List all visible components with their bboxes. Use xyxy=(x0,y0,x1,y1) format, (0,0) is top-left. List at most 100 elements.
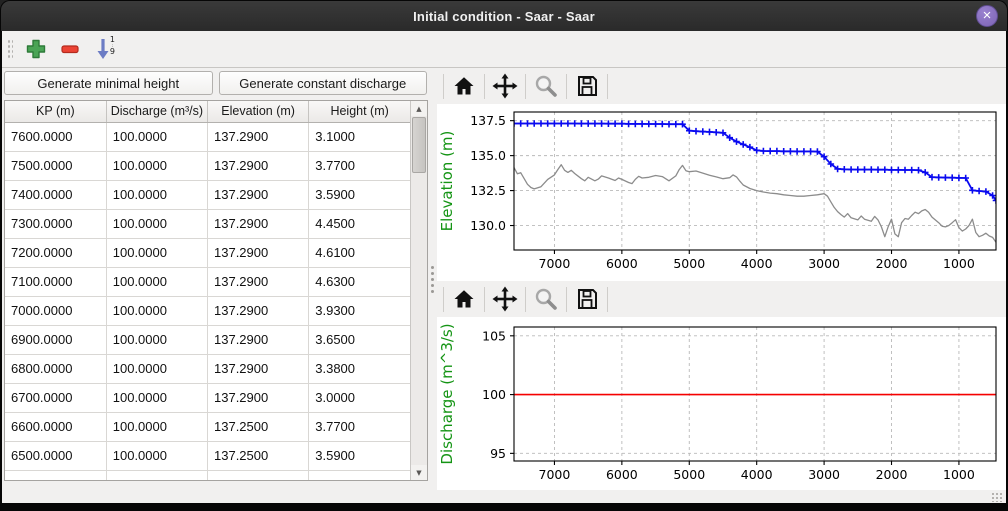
table-cell[interactable]: 6900.0000 xyxy=(5,325,106,354)
table-cell[interactable]: 100.0000 xyxy=(106,151,207,180)
sort-numbers: 1 : 9 xyxy=(110,36,115,56)
y-tick-label: 135.0 xyxy=(470,148,506,163)
save-button[interactable] xyxy=(571,71,603,101)
x-tick-label: 1000 xyxy=(943,467,975,482)
table-cell[interactable]: 137.2900 xyxy=(208,238,309,267)
table-cell[interactable]: 100.0000 xyxy=(106,267,207,296)
table-cell[interactable]: 137.2900 xyxy=(208,180,309,209)
table-cell[interactable]: 137.2900 xyxy=(208,209,309,238)
table-cell[interactable]: 7200.0000 xyxy=(5,238,106,267)
table-cell[interactable]: 3.1000 xyxy=(309,122,410,151)
table-cell[interactable]: 7300.0000 xyxy=(5,209,106,238)
initial-condition-table-wrap: KP (m)Discharge (m³/s)Elevation (m)Heigh… xyxy=(4,100,428,481)
remove-row-button[interactable] xyxy=(55,35,85,63)
table-cell[interactable]: 100.0000 xyxy=(106,296,207,325)
add-row-button[interactable] xyxy=(21,35,51,63)
table-cell[interactable]: 137.2900 xyxy=(208,267,309,296)
resize-grip-icon[interactable] xyxy=(991,492,1003,502)
zoom-button[interactable] xyxy=(530,284,562,314)
save-button[interactable] xyxy=(571,284,603,314)
app-window: Initial condition - Saar - Saar × xyxy=(0,0,1008,511)
panel-splitter[interactable] xyxy=(428,68,437,490)
scrollbar-track[interactable] xyxy=(411,116,427,465)
table-row-partial xyxy=(5,470,410,481)
table-cell[interactable]: 100.0000 xyxy=(106,209,207,238)
table-cell[interactable]: 100.0000 xyxy=(106,441,207,470)
table-cell[interactable] xyxy=(208,470,309,481)
table-cell[interactable]: 3.9300 xyxy=(309,296,410,325)
table-cell[interactable]: 7600.0000 xyxy=(5,122,106,151)
pan-button[interactable] xyxy=(489,284,521,314)
table-cell[interactable]: 3.5900 xyxy=(309,441,410,470)
scroll-down-button[interactable]: ▼ xyxy=(411,465,427,480)
home-icon xyxy=(452,287,476,311)
table-cell[interactable]: 137.2900 xyxy=(208,325,309,354)
x-tick-label: 2000 xyxy=(876,467,908,482)
table-row: 7400.0000100.0000137.29003.5900 xyxy=(5,180,410,209)
table-cell[interactable]: 4.6300 xyxy=(309,267,410,296)
table-cell[interactable]: 137.2500 xyxy=(208,412,309,441)
table-cell[interactable]: 7500.0000 xyxy=(5,151,106,180)
table-cell[interactable]: 100.0000 xyxy=(106,180,207,209)
home-button[interactable] xyxy=(448,71,480,101)
column-header[interactable]: Elevation (m) xyxy=(208,101,309,122)
x-tick-label: 3000 xyxy=(808,467,840,482)
table-cell[interactable]: 137.2900 xyxy=(208,122,309,151)
table-cell[interactable]: 100.0000 xyxy=(106,354,207,383)
table-cell[interactable]: 6600.0000 xyxy=(5,412,106,441)
table-cell[interactable]: 100.0000 xyxy=(106,412,207,441)
table-cell[interactable]: 3.5900 xyxy=(309,180,410,209)
table-row: 7200.0000100.0000137.29004.6100 xyxy=(5,238,410,267)
table-cell[interactable]: 6500.0000 xyxy=(5,441,106,470)
table-cell[interactable]: 137.2900 xyxy=(208,296,309,325)
table-row: 7000.0000100.0000137.29003.9300 xyxy=(5,296,410,325)
generate-constant-discharge-button[interactable]: Generate constant discharge xyxy=(219,71,428,95)
table-cell[interactable]: 7000.0000 xyxy=(5,296,106,325)
y-tick-label: 105 xyxy=(482,328,506,343)
y-axis-label: Elevation (m) xyxy=(438,131,456,232)
table-cell[interactable]: 100.0000 xyxy=(106,383,207,412)
table-cell[interactable]: 137.2900 xyxy=(208,354,309,383)
titlebar[interactable]: Initial condition - Saar - Saar × xyxy=(1,1,1007,31)
table-cell[interactable]: 137.2500 xyxy=(208,441,309,470)
table-cell[interactable]: 6700.0000 xyxy=(5,383,106,412)
table-cell[interactable]: 6800.0000 xyxy=(5,354,106,383)
home-button[interactable] xyxy=(448,284,480,314)
generate-minimal-height-button[interactable]: Generate minimal height xyxy=(4,71,213,95)
scrollbar-thumb[interactable] xyxy=(412,117,426,173)
table-cell[interactable] xyxy=(309,470,410,481)
x-tick-label: 7000 xyxy=(539,256,571,271)
pan-button[interactable] xyxy=(489,71,521,101)
table-cell[interactable]: 3.7700 xyxy=(309,412,410,441)
close-button[interactable]: × xyxy=(976,5,998,27)
zoom-button[interactable] xyxy=(530,71,562,101)
discharge-chart[interactable]: 700060005000400030002000100010510095Disc… xyxy=(437,317,1008,489)
series-water-elevation xyxy=(514,124,996,201)
table-cell[interactable]: 4.6100 xyxy=(309,238,410,267)
table-cell[interactable]: 100.0000 xyxy=(106,238,207,267)
scroll-up-button[interactable]: ▲ xyxy=(411,101,427,116)
table-cell[interactable]: 4.4500 xyxy=(309,209,410,238)
table-cell[interactable] xyxy=(106,470,207,481)
column-header[interactable]: KP (m) xyxy=(5,101,106,122)
table-cell[interactable]: 7100.0000 xyxy=(5,267,106,296)
x-tick-label: 5000 xyxy=(673,256,705,271)
elevation-chart[interactable]: 7000600050004000300020001000137.5135.013… xyxy=(437,104,1008,281)
table-cell[interactable]: 137.2900 xyxy=(208,151,309,180)
close-icon: × xyxy=(983,8,992,23)
sort-button[interactable]: 1 : 9 xyxy=(89,35,119,63)
table-scrollbar[interactable]: ▲ ▼ xyxy=(410,101,427,480)
table-cell[interactable]: 3.3800 xyxy=(309,354,410,383)
table-cell[interactable]: 7400.0000 xyxy=(5,180,106,209)
table-cell[interactable]: 3.7700 xyxy=(309,151,410,180)
table-cell[interactable]: 100.0000 xyxy=(106,325,207,354)
toolbar-drag-handle[interactable] xyxy=(6,38,13,60)
table-cell[interactable]: 3.0000 xyxy=(309,383,410,412)
table-cell[interactable]: 3.6500 xyxy=(309,325,410,354)
table-cell[interactable] xyxy=(5,470,106,481)
column-header[interactable]: Discharge (m³/s) xyxy=(106,101,207,122)
table-cell[interactable]: 137.2900 xyxy=(208,383,309,412)
column-header[interactable]: Height (m) xyxy=(309,101,410,122)
table-cell[interactable]: 100.0000 xyxy=(106,122,207,151)
scroll-up-icon: ▲ xyxy=(416,105,421,113)
